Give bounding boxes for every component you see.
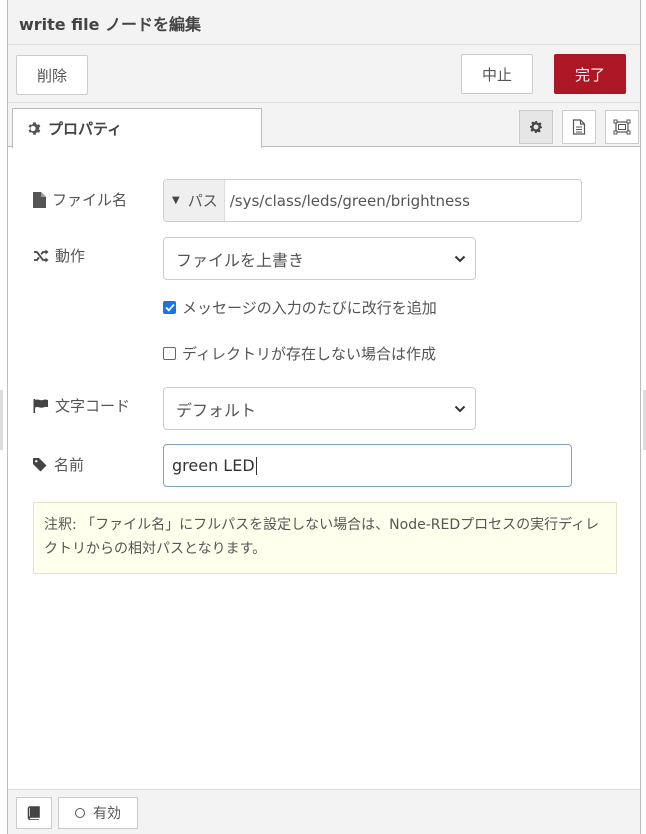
- node-help-button[interactable]: [16, 797, 52, 829]
- append-newline-option[interactable]: メッセージの入力のたびに改行を追加: [163, 297, 437, 318]
- checkmark-icon: [164, 303, 175, 312]
- delete-button[interactable]: 削除: [16, 55, 88, 95]
- edit-tray: write file ノードを編集 削除 中止 完了 プロパティ ファイル名 ▼…: [7, 0, 641, 834]
- tab-properties[interactable]: プロパティ: [12, 108, 262, 148]
- chevron-down-icon: [454, 405, 466, 412]
- tab-properties-label: プロパティ: [48, 120, 123, 138]
- tray-footer: 有効: [8, 789, 640, 834]
- encoding-select[interactable]: デフォルト: [163, 387, 476, 430]
- tray-header: write file ノードを編集: [8, 0, 640, 45]
- path-type-selector[interactable]: ▼ パス: [164, 180, 225, 221]
- caret-down-icon: ▼: [172, 195, 180, 206]
- action-label: 動作: [33, 245, 85, 266]
- name-input[interactable]: green LED: [163, 444, 572, 487]
- tip-box: 注釈: 「ファイル名」にフルパスを設定しない場合は、Node-REDプロセスの実…: [33, 502, 617, 574]
- create-dir-checkbox[interactable]: [163, 347, 176, 360]
- document-icon: [572, 119, 586, 135]
- filename-value: /sys/class/leds/green/brightness: [229, 191, 470, 210]
- left-resize-handle[interactable]: [0, 390, 3, 450]
- gear-icon: [530, 121, 542, 133]
- tray-toolbar: 削除 中止 完了: [8, 45, 640, 103]
- create-dir-option[interactable]: ディレクトリが存在しない場合は作成: [163, 343, 436, 364]
- book-icon: [27, 806, 40, 820]
- shuffle-icon: [34, 249, 49, 262]
- tab-bar: プロパティ: [8, 103, 640, 148]
- flag-icon: [33, 398, 48, 413]
- circle-icon: [75, 808, 85, 818]
- text-cursor: [255, 456, 257, 475]
- chevron-down-icon: [454, 255, 466, 262]
- append-newline-checkbox[interactable]: [163, 301, 176, 314]
- append-newline-label: メッセージの入力のたびに改行を追加: [182, 299, 437, 317]
- file-icon: [33, 191, 46, 208]
- tab-appearance[interactable]: [605, 110, 639, 144]
- name-label: 名前: [33, 454, 84, 475]
- create-dir-label: ディレクトリが存在しない場合は作成: [182, 345, 436, 363]
- gear-icon: [28, 122, 41, 135]
- cancel-button[interactable]: 中止: [461, 54, 533, 94]
- filename-input[interactable]: ▼ パス /sys/class/leds/green/brightness: [163, 179, 582, 222]
- action-select[interactable]: ファイルを上書き: [163, 237, 476, 280]
- tab-settings[interactable]: [519, 110, 553, 144]
- enable-toggle[interactable]: 有効: [58, 797, 138, 829]
- tab-description[interactable]: [562, 110, 596, 144]
- done-button[interactable]: 完了: [554, 54, 626, 94]
- tray-title: write file ノードを編集: [19, 15, 201, 34]
- tag-icon: [33, 458, 47, 472]
- filename-label: ファイル名: [33, 189, 127, 210]
- node-appearance-icon: [613, 119, 631, 135]
- name-value: green LED: [172, 456, 255, 475]
- encoding-label: 文字コード: [33, 395, 130, 416]
